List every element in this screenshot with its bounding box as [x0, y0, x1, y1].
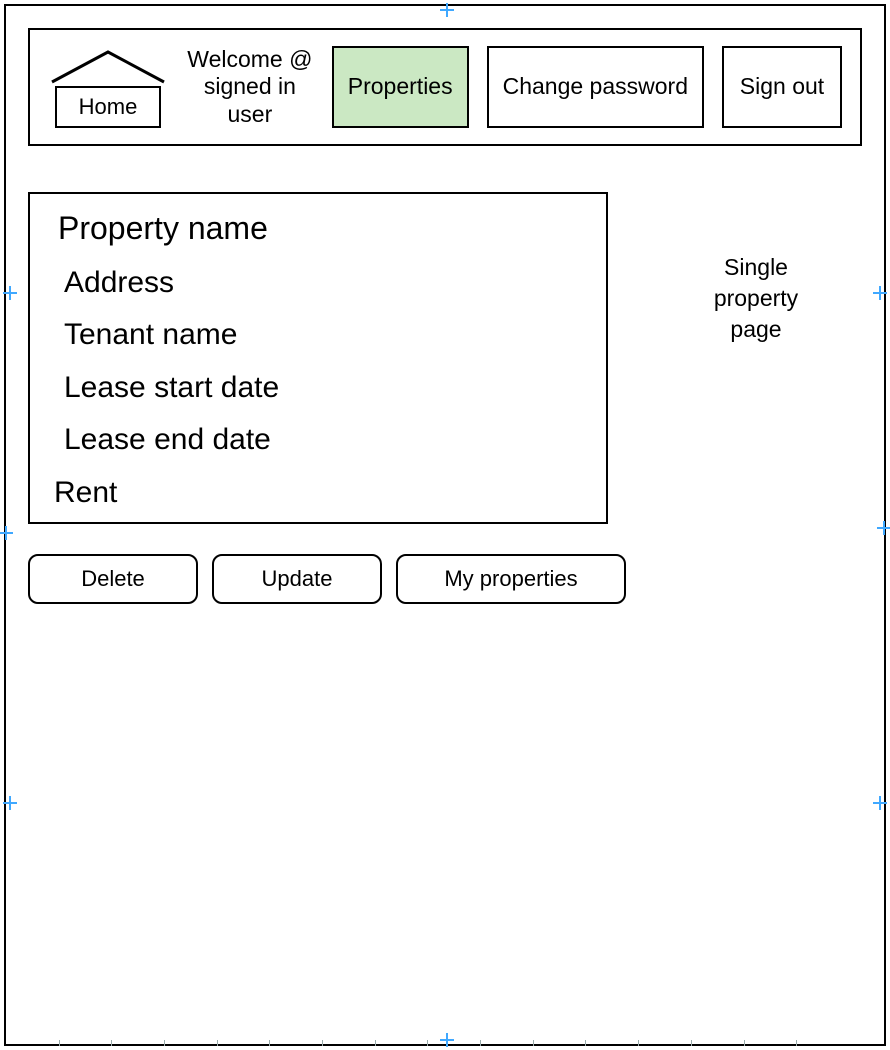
page-title-line-1: Single — [724, 254, 788, 280]
property-lease-end-label: Lease end date — [64, 423, 584, 457]
ruler-ticks — [6, 1040, 884, 1046]
property-tenant-label: Tenant name — [64, 318, 584, 352]
delete-button[interactable]: Delete — [28, 554, 198, 604]
welcome-line-2: signed in user — [204, 73, 296, 127]
update-button[interactable]: Update — [212, 554, 382, 604]
property-lease-start-label: Lease start date — [64, 371, 584, 405]
property-name-label: Property name — [58, 210, 584, 247]
page-title-line-2: property — [714, 285, 798, 311]
canvas-handle-icon — [440, 1033, 454, 1047]
canvas-handle-icon — [873, 286, 887, 300]
canvas-handle-icon — [440, 3, 454, 17]
my-properties-button[interactable]: My properties — [396, 554, 626, 604]
home-logo-group: Home — [48, 46, 168, 128]
property-card: Property name Address Tenant name Lease … — [28, 192, 608, 524]
property-rent-label: Rent — [54, 476, 584, 510]
canvas-handle-icon — [877, 521, 890, 535]
top-navbar: Home Welcome @ signed in user Properties… — [28, 28, 862, 146]
welcome-line-1: Welcome @ — [187, 46, 312, 72]
property-address-label: Address — [64, 266, 584, 300]
action-button-row: Delete Update My properties — [28, 554, 626, 604]
canvas-handle-icon — [3, 796, 17, 810]
canvas-handle-icon — [873, 796, 887, 810]
home-button[interactable]: Home — [55, 86, 162, 128]
canvas-handle-icon — [3, 286, 17, 300]
page-title: Single property page — [666, 252, 846, 345]
nav-properties-button[interactable]: Properties — [332, 46, 469, 128]
house-roof-icon — [48, 46, 168, 84]
page-canvas: Home Welcome @ signed in user Properties… — [4, 4, 886, 1046]
nav-change-password-label: Change password — [503, 73, 688, 101]
nav-change-password-button[interactable]: Change password — [487, 46, 704, 128]
nav-sign-out-button[interactable]: Sign out — [722, 46, 842, 128]
canvas-handle-icon — [0, 526, 13, 540]
welcome-text: Welcome @ signed in user — [186, 46, 314, 129]
page-title-line-3: page — [730, 316, 781, 342]
